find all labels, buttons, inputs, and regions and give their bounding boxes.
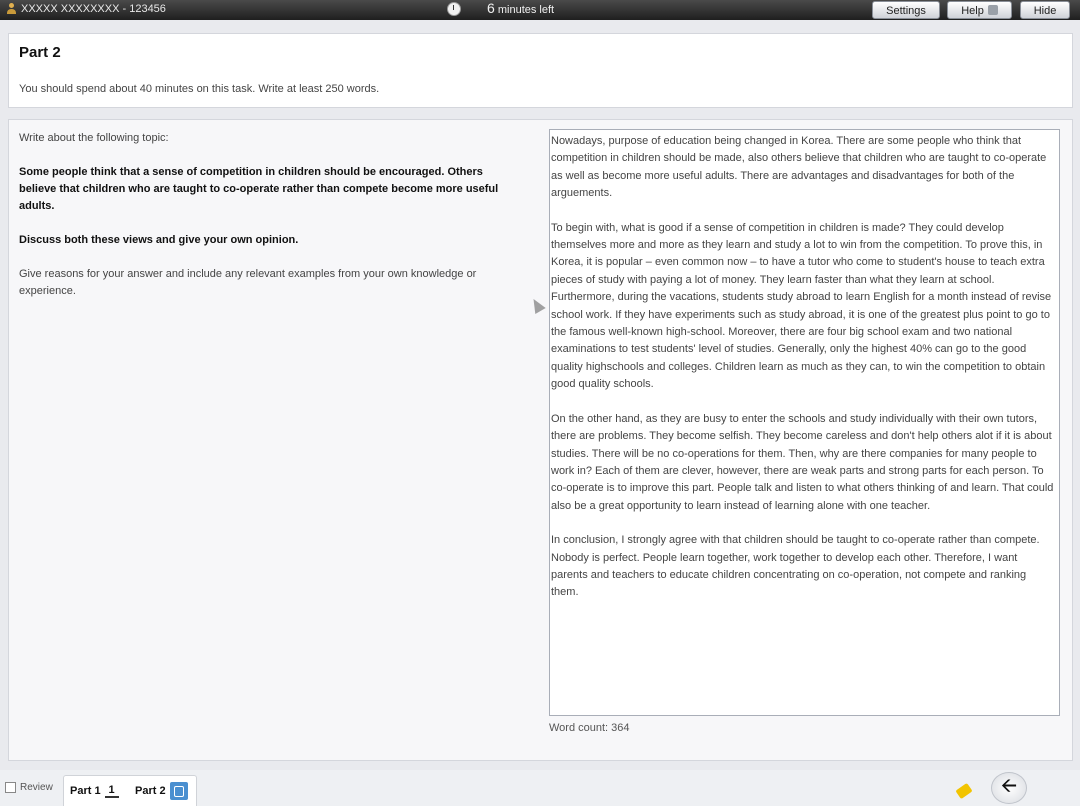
word-count: Word count: 364 bbox=[549, 722, 630, 734]
answer-paragraph: On the other hand, as they are busy to e… bbox=[551, 412, 1054, 512]
tab-part-1[interactable]: Part 1 1 bbox=[70, 784, 119, 798]
hide-button[interactable]: Hide bbox=[1020, 1, 1070, 19]
question-prompt: Some people think that a sense of compet… bbox=[19, 166, 499, 212]
tab-part-2-label: Part 2 bbox=[135, 785, 166, 797]
tab-part-1-label: Part 1 bbox=[70, 785, 101, 797]
question-column: Write about the following topic: Some pe… bbox=[19, 130, 519, 317]
footer-nav: Review Part 1 1 Part 2 🡨 bbox=[0, 770, 1080, 806]
question-guidance: Give reasons for your answer and include… bbox=[19, 268, 477, 297]
timer-suffix: minutes left bbox=[497, 4, 555, 16]
user-icon bbox=[6, 3, 16, 15]
answer-paragraph: Nowadays, purpose of education being cha… bbox=[551, 135, 1047, 200]
top-bar: XXXXX XXXXXXXX - 123456 6 minutes left S… bbox=[0, 0, 1080, 20]
review-label: Review bbox=[20, 782, 53, 793]
timer: 6 minutes left bbox=[447, 0, 554, 16]
hide-label: Hide bbox=[1033, 5, 1057, 17]
help-icon bbox=[987, 5, 998, 15]
part-header-panel: Part 2 You should spend about 40 minutes… bbox=[8, 33, 1073, 108]
tab-part-2[interactable]: Part 2 bbox=[135, 782, 188, 800]
answer-paragraph: To begin with, what is good if a sense o… bbox=[551, 221, 1045, 286]
tab-part-1-number: 1 bbox=[104, 784, 119, 798]
part-instruction: You should spend about 40 minutes on thi… bbox=[19, 83, 380, 95]
review-checkbox[interactable]: Review bbox=[5, 782, 53, 793]
timer-text: 6 minutes left bbox=[487, 0, 554, 16]
answer-paragraph: In conclusion, I strongly agree with tha… bbox=[551, 534, 1040, 599]
part-title: Part 2 bbox=[19, 44, 61, 61]
help-label: Help bbox=[961, 5, 984, 17]
checkbox-icon[interactable] bbox=[5, 782, 16, 793]
answer-textarea[interactable]: Nowadays, purpose of education being cha… bbox=[549, 129, 1060, 716]
part-tabs: Part 1 1 Part 2 bbox=[63, 775, 197, 806]
answer-paragraph: Furthermore, during the vacations, stude… bbox=[551, 291, 1052, 391]
timer-value: 6 bbox=[487, 0, 495, 16]
clock-icon bbox=[447, 2, 461, 16]
settings-label: Settings bbox=[886, 5, 926, 17]
candidate-info: XXXXX XXXXXXXX - 123456 bbox=[6, 3, 166, 15]
settings-button[interactable]: Settings bbox=[872, 1, 940, 19]
question-intro: Write about the following topic: bbox=[19, 132, 169, 144]
help-button[interactable]: Help bbox=[947, 1, 1012, 19]
pencil-icon[interactable] bbox=[955, 782, 973, 800]
candidate-id: XXXXX XXXXXXXX - 123456 bbox=[21, 3, 166, 15]
mouse-cursor-icon bbox=[528, 295, 546, 315]
question-task: Discuss both these views and give your o… bbox=[19, 234, 299, 246]
edit-page-icon bbox=[169, 782, 188, 800]
task-panel: Write about the following topic: Some pe… bbox=[8, 119, 1073, 761]
back-arrow-icon[interactable]: 🡨 bbox=[991, 772, 1027, 804]
